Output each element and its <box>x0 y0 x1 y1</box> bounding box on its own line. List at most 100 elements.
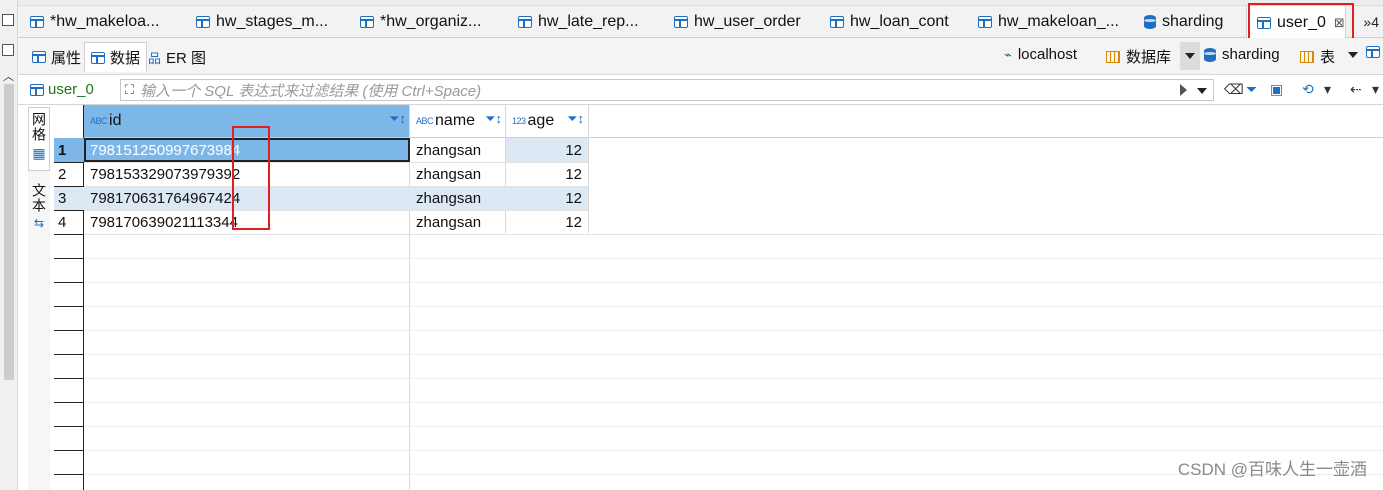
sort-filter-icon[interactable]: ⏷↕ <box>567 111 584 127</box>
column-header-age[interactable]: 123 age ⏷↕ <box>506 105 588 138</box>
database-folder-icon <box>1106 50 1120 63</box>
sort-filter-icon[interactable]: ⏷↕ <box>389 111 406 127</box>
row-number[interactable]: 3 <box>54 186 84 210</box>
table-icon <box>518 16 532 28</box>
row-divider <box>84 258 1383 259</box>
row-number[interactable]: 2 <box>54 162 84 186</box>
navigate-back-icon[interactable]: ⇠ <box>1350 81 1362 98</box>
row-number-divider <box>54 186 84 187</box>
breadcrumb-host[interactable]: ⌁ localhost <box>1004 46 1077 63</box>
expand-icon[interactable]: ⛶ <box>125 82 134 98</box>
breadcrumb-table-icon[interactable] <box>1366 46 1380 58</box>
row-divider <box>84 306 1383 307</box>
row-divider <box>84 282 1383 283</box>
row-divider <box>84 378 1383 379</box>
row-divider <box>84 450 1383 451</box>
cell-age[interactable]: 12 <box>506 210 588 234</box>
data-grid-icon <box>91 51 105 64</box>
grid-icon: ▦ <box>32 145 46 161</box>
cell-age[interactable]: 12 <box>506 138 588 162</box>
breadcrumb-table[interactable]: 表 <box>1300 46 1335 67</box>
minimize-icon[interactable] <box>2 14 14 26</box>
database-dropdown-button[interactable] <box>1180 42 1200 70</box>
eraser-icon[interactable]: ⌫ <box>1224 81 1244 98</box>
er-diagram-icon: 品 <box>148 50 162 66</box>
tab-er-diagram[interactable]: 品 ER 图 <box>142 42 212 72</box>
cell-name[interactable]: zhangsan <box>410 210 506 234</box>
row-number-divider <box>54 210 84 211</box>
chevron-down-icon[interactable]: ▾ <box>1324 81 1331 98</box>
column-header-id[interactable]: ABC id ⏷↕ <box>84 105 410 138</box>
table-icon <box>1366 46 1380 58</box>
row-divider <box>84 186 588 187</box>
cell-id[interactable]: 798153329073979392 <box>84 162 410 186</box>
tab-properties[interactable]: 属性 <box>26 42 87 72</box>
row-number[interactable]: 4 <box>54 210 84 234</box>
breadcrumb-database[interactable]: 数据库 <box>1106 46 1171 67</box>
cell-age[interactable]: 12 <box>506 162 588 186</box>
column-divider <box>588 105 589 233</box>
tab-data[interactable]: 数据 <box>84 42 148 72</box>
table-icon <box>30 16 44 28</box>
cell-age[interactable]: 12 <box>506 186 588 210</box>
properties-icon <box>32 51 46 63</box>
row-number-divider <box>54 402 84 403</box>
view-tab-bar: 属性 数据 品 ER 图 ⌁ localhost 数据库 sharding 表 <box>18 38 1383 75</box>
row-number-divider <box>54 258 84 259</box>
row-number-divider <box>54 426 84 427</box>
column-header-name[interactable]: ABC name ⏷↕ <box>410 105 506 138</box>
close-icon[interactable]: ⊠ <box>1334 15 1345 31</box>
editor-tab-8[interactable]: sharding <box>1134 6 1223 38</box>
editor-tab-5[interactable]: hw_user_order <box>664 6 801 38</box>
editor-tab-2[interactable]: hw_stages_m... <box>186 6 328 38</box>
text-view-icon: ⇆ <box>33 216 45 230</box>
editor-tab-3[interactable]: *hw_organiz... <box>350 6 481 38</box>
editor-tab-7[interactable]: hw_makeloan_... <box>968 6 1119 38</box>
saved-filter-icon[interactable]: ▣ <box>1270 81 1283 98</box>
results-grid: ABC id ⏷↕ ABC name ⏷↕ 123 age ⏷↕ 1 79815125… <box>54 105 1383 490</box>
sort-filter-icon[interactable]: ⏷↕ <box>485 111 502 127</box>
tab-grid-view[interactable]: 网格 ▦ <box>28 107 50 171</box>
presentation-side-tabs: 网格 ▦ 文本 ⇆ <box>28 107 50 490</box>
cell-id[interactable]: 798170639021113344 <box>84 210 410 234</box>
row-number-divider <box>54 234 84 235</box>
row-divider <box>84 234 1383 235</box>
table-icon <box>674 16 688 28</box>
editor-tab-user-0[interactable]: user_0 ⊠ <box>1246 6 1346 39</box>
tab-overflow-button[interactable]: »4 <box>1363 14 1379 30</box>
breadcrumb-dropdown-button[interactable] <box>1348 52 1358 58</box>
table-icon <box>30 83 44 96</box>
row-number[interactable]: 1 <box>54 138 84 162</box>
filter-bar: user_0 ⛶ 输入一个 SQL 表达式来过滤结果 (使用 Ctrl+Spac… <box>18 75 1383 105</box>
filter-history-icon[interactable] <box>1197 88 1207 94</box>
cell-id[interactable]: 798170631764967424 <box>84 186 410 210</box>
cell-name[interactable]: zhangsan <box>410 186 506 210</box>
row-number-divider <box>54 330 84 331</box>
cell-name[interactable]: zhangsan <box>410 138 506 162</box>
editor-tab-bar: *hw_makeloa... hw_stages_m... *hw_organi… <box>18 6 1383 39</box>
editor-tab-6[interactable]: hw_loan_cont <box>820 6 949 38</box>
database-icon <box>1204 47 1216 62</box>
table-icon <box>830 16 844 28</box>
tab-text-view[interactable]: 文本 ⇆ <box>28 179 50 239</box>
apply-filter-icon[interactable] <box>1180 84 1187 96</box>
watermark: CSDN @百味人生一壶酒 <box>1177 460 1367 479</box>
table-icon <box>196 16 210 28</box>
restore-icon[interactable] <box>2 44 14 56</box>
editor-tab-1[interactable]: *hw_makeloa... <box>20 6 159 38</box>
chevron-up-icon[interactable]: ︿ <box>3 68 14 84</box>
chevron-down-icon <box>1348 52 1358 58</box>
editor-tab-4[interactable]: hw_late_rep... <box>508 6 639 38</box>
breadcrumb-schema[interactable]: sharding <box>1204 46 1280 63</box>
row-divider <box>84 162 588 163</box>
row-number-divider <box>54 282 84 283</box>
cell-id-selected[interactable]: 798151250997673984 <box>84 138 410 162</box>
vertical-scrollbar[interactable] <box>4 84 14 380</box>
cell-name[interactable]: zhangsan <box>410 162 506 186</box>
refresh-options-icon[interactable]: ⟲ <box>1302 81 1314 98</box>
connection-icon: ⌁ <box>1004 46 1012 62</box>
filter-settings-icon[interactable]: ⏷ <box>1246 81 1257 98</box>
sql-filter-input[interactable]: ⛶ 输入一个 SQL 表达式来过滤结果 (使用 Ctrl+Space) <box>120 79 1214 101</box>
row-divider <box>84 426 1383 427</box>
navigate-dropdown-icon[interactable]: ▾ <box>1372 81 1379 98</box>
